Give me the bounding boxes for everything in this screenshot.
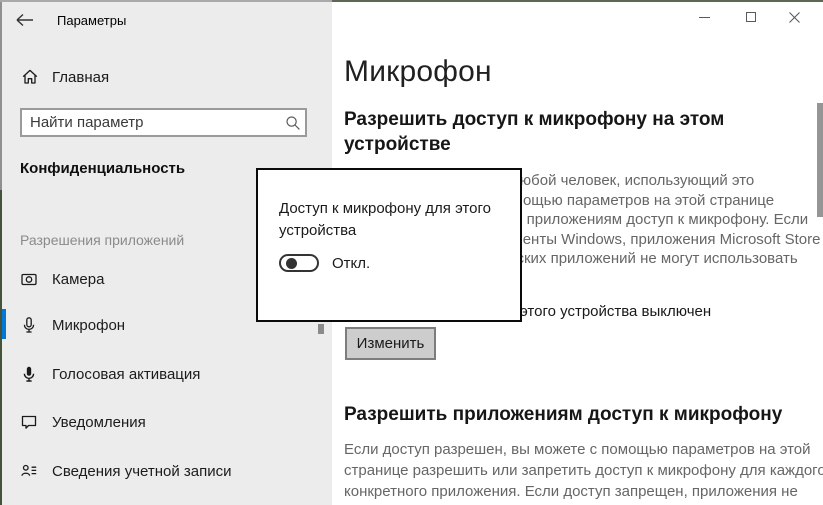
sidebar-item-voice-activation[interactable]: Голосовая активация (2, 360, 332, 390)
settings-window: Параметры Главная Конфиденциальность Раз… (0, 0, 823, 505)
section1-heading-line2: устройстве (344, 132, 774, 157)
sidebar-item-home[interactable]: Главная (2, 64, 332, 94)
microphone-icon (19, 315, 39, 335)
mic-access-flyout: Доступ к микрофону для этого устройства … (256, 168, 522, 322)
search-box (20, 108, 307, 137)
main-scrollbar-thumb[interactable] (817, 103, 823, 217)
section1-heading-line1: Разрешить доступ к микрофону на этом (344, 107, 774, 132)
maximize-button[interactable] (728, 2, 773, 32)
paragraph-line: конкретного приложения. Если доступ запр… (344, 481, 823, 502)
sidebar-item-label: Микрофон (52, 317, 125, 334)
arrow-left-icon (14, 10, 36, 30)
search-input[interactable] (22, 114, 281, 131)
sidebar-home-label: Главная (52, 69, 109, 86)
section1-heading: Разрешить доступ к микрофону на этом уст… (344, 107, 774, 157)
sidebar-item-notifications[interactable]: Уведомления (2, 408, 332, 438)
flyout-message: Доступ к микрофону для этого устройства (279, 198, 491, 242)
change-button[interactable]: Изменить (345, 327, 436, 360)
sidebar-item-account-info[interactable]: Сведения учетной записи (2, 457, 332, 487)
toggle-state-label: Откл. (332, 255, 370, 272)
sidebar-item-label: Уведомления (52, 414, 146, 431)
close-button[interactable] (772, 2, 817, 32)
page-title: Микрофон (344, 55, 492, 89)
window-title: Параметры (57, 13, 126, 28)
close-icon (789, 12, 800, 23)
camera-icon (19, 269, 39, 289)
back-button[interactable] (14, 10, 40, 32)
paragraph-line: странице разрешить или запретить доступ … (344, 460, 823, 481)
flyout-message-line: Доступ к микрофону для этого (279, 198, 491, 220)
sidebar-group-label: Разрешения приложений (20, 232, 184, 248)
toggle-knob-icon (286, 258, 297, 269)
mic-access-toggle[interactable] (279, 254, 319, 272)
sidebar-item-label: Сведения учетной записи (52, 463, 232, 480)
search-icon[interactable] (281, 114, 305, 132)
sidebar-section-title: Конфиденциальность (20, 160, 185, 177)
section2-paragraph: Если доступ разрешен, вы можете с помощь… (344, 439, 823, 505)
minimize-button[interactable] (682, 2, 727, 32)
minimize-icon (699, 17, 710, 18)
flyout-message-line: устройства (279, 220, 491, 242)
maximize-icon (746, 12, 756, 22)
home-icon (20, 67, 40, 87)
selected-item-accent-bar (2, 309, 6, 339)
sidebar-scrollbar-thumb[interactable] (318, 324, 324, 334)
sidebar-item-label: Голосовая активация (52, 366, 200, 383)
sidebar-item-label: Камера (52, 271, 104, 288)
voice-activation-icon (19, 364, 39, 384)
paragraph-line: Если доступ разрешен, вы можете с помощь… (344, 439, 823, 460)
account-info-icon (19, 461, 39, 481)
notifications-icon (19, 412, 39, 432)
section2-heading: Разрешить приложениям доступ к микрофону (344, 402, 782, 427)
mic-access-toggle-row: Откл. (279, 254, 370, 272)
